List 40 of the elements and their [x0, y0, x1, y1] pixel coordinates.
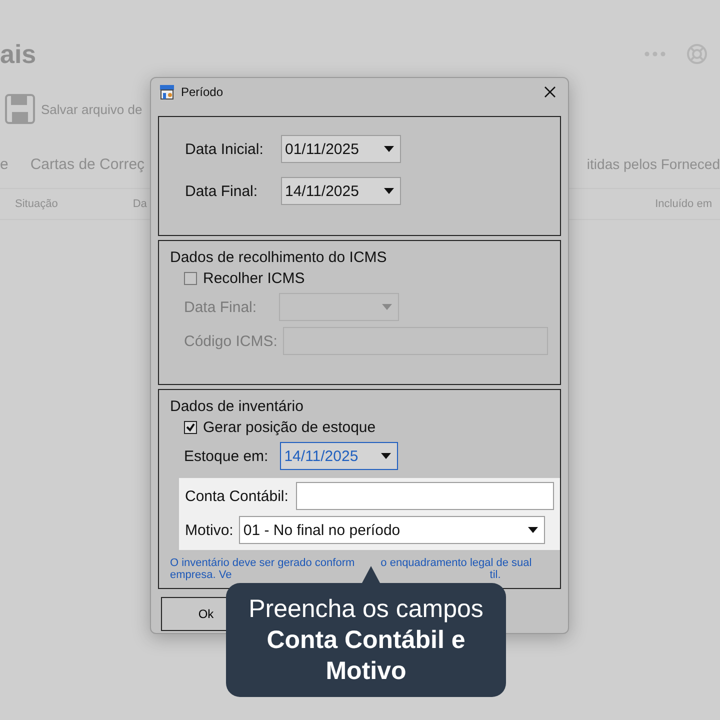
field-label: Conta Contábil:: [185, 488, 288, 504]
field-label: Data Final:: [184, 298, 257, 316]
group-heading: Dados de recolhimento do ICMS: [170, 249, 388, 266]
tab[interactable]: itidas pelos Forneced: [586, 156, 720, 172]
column-header: Incluído em: [655, 198, 712, 210]
checkbox[interactable]: [184, 421, 197, 434]
note-text: til.: [490, 569, 501, 581]
store-icon: [159, 84, 175, 100]
tab[interactable]: e: [0, 156, 8, 172]
date-dropdown[interactable]: 14/11/2025: [280, 442, 398, 470]
field-label: Data Final:: [185, 182, 259, 200]
page-title: ais: [0, 38, 36, 70]
caret-icon[interactable]: [384, 188, 394, 194]
checkbox-label: Gerar posição de estoque: [203, 419, 376, 436]
note-text: empresa. Ve: [170, 569, 232, 581]
note-text: O inventário deve ser gerado conform: [170, 557, 355, 569]
tab[interactable]: Cartas de Correç: [30, 156, 145, 172]
date-dropdown[interactable]: 01/11/2025: [281, 135, 401, 163]
date-dropdown[interactable]: 14/11/2025: [281, 177, 401, 205]
column-header: Da: [132, 198, 147, 210]
group-heading: Dados de inventário: [170, 398, 304, 415]
caret-icon[interactable]: [381, 453, 392, 459]
field-label: Estoque em:: [184, 448, 268, 464]
column-header: Situação: [15, 198, 58, 210]
checkbox-label: Recolher ICMS: [203, 270, 305, 287]
field-label: Motivo:: [185, 522, 234, 538]
field-label: Data Inicial:: [185, 140, 264, 158]
window-title: Período: [181, 85, 224, 99]
tooltip-arrow-icon: [362, 566, 380, 583]
caret-icon[interactable]: [384, 146, 394, 152]
caret-icon[interactable]: [528, 527, 538, 533]
reason-dropdown[interactable]: 01 - No final no período: [239, 516, 546, 544]
save-label[interactable]: Salvar arquivo de: [41, 102, 142, 116]
note-text: o enquadramento legal de sual: [380, 557, 532, 569]
tooltip: Preencha os campos Conta Contábil e Motivo: [226, 583, 506, 697]
save-icon[interactable]: [5, 94, 35, 124]
field-label: Código ICMS:: [184, 332, 278, 350]
input-field[interactable]: [296, 482, 554, 510]
close-icon[interactable]: [544, 86, 556, 98]
checkbox[interactable]: [184, 272, 197, 285]
